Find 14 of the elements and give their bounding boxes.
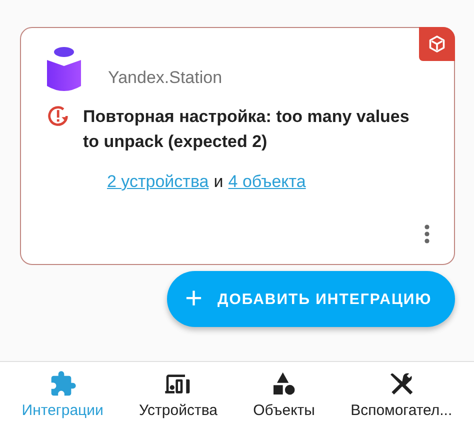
conjunction-text: и <box>214 172 224 192</box>
nav-tab[interactable]: Вспомогател... <box>350 362 452 428</box>
entities-link[interactable]: 4 объекта <box>228 172 306 192</box>
devices-link[interactable]: 2 устройства <box>107 172 209 192</box>
cube-icon <box>428 35 446 53</box>
speaker-logo-icon <box>46 46 82 94</box>
integration-subtitle: Yandex.Station <box>108 68 222 89</box>
error-message: Повторная настройка: too many values to unpack (expected 2) <box>83 106 410 153</box>
nav-tab[interactable]: Объекты <box>253 362 315 428</box>
alert-refresh-icon <box>45 103 71 129</box>
nav-tab[interactable]: Устройства <box>139 362 218 428</box>
nav-tab[interactable]: Интеграции <box>22 362 104 428</box>
more-options-button[interactable] <box>422 222 432 246</box>
add-integration-button[interactable]: + ДОБАВИТЬ ИНТЕГРАЦИЮ <box>167 271 455 327</box>
